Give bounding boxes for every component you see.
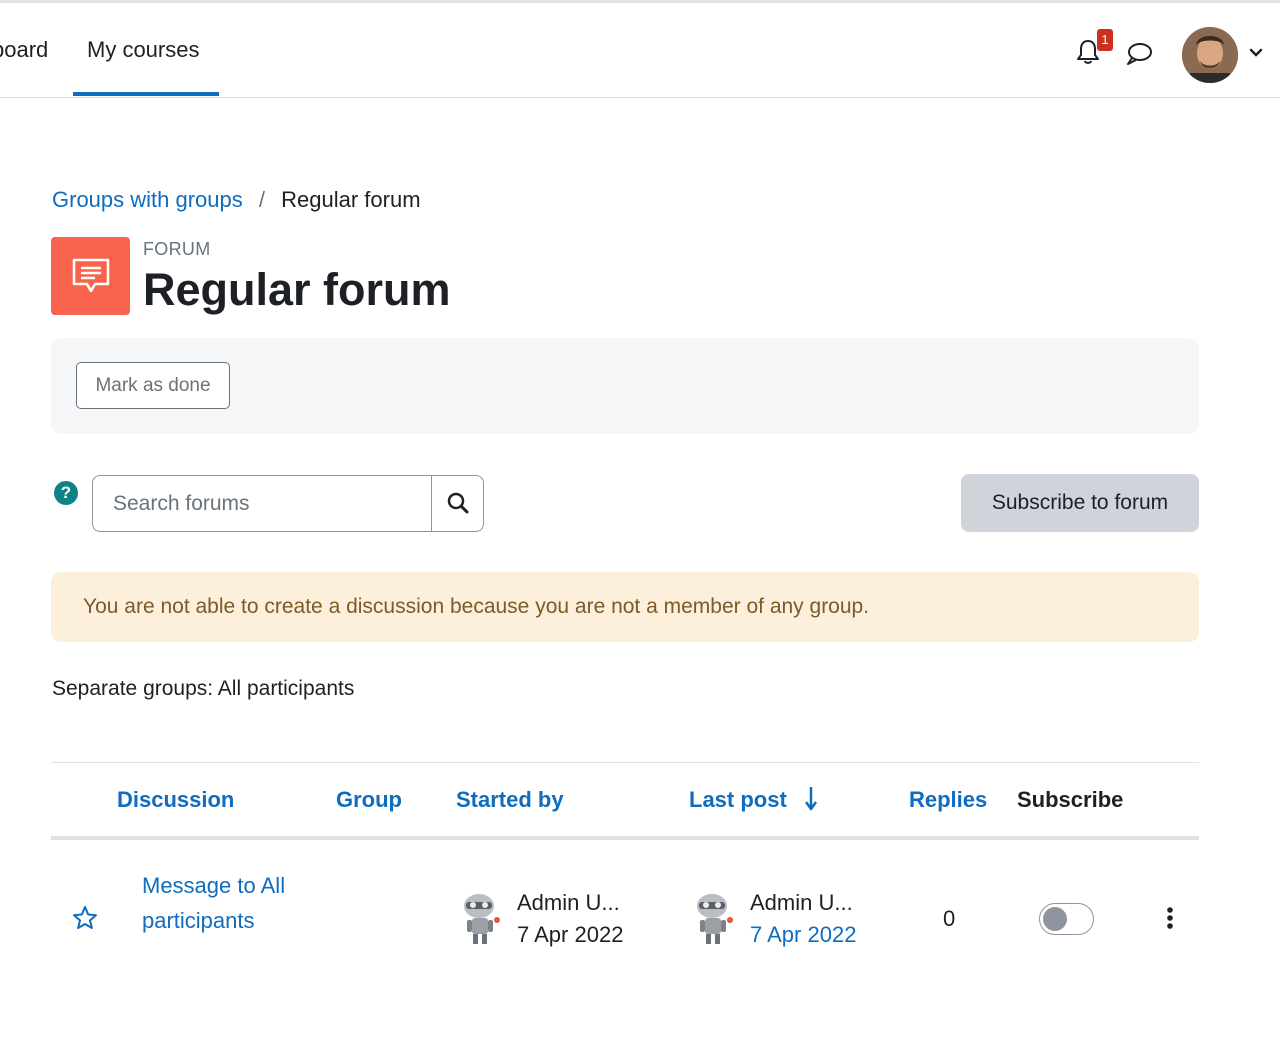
messages-icon[interactable]	[1124, 41, 1154, 67]
warning-alert: You are not able to create a discussion …	[51, 572, 1199, 642]
breadcrumb-link-course[interactable]: Groups with groups	[52, 187, 243, 212]
user-picture[interactable]	[457, 890, 507, 946]
column-header-subscribe: Subscribe	[1017, 787, 1124, 812]
user-picture[interactable]	[690, 890, 740, 946]
subscribe-to-forum-button[interactable]: Subscribe to forum	[961, 474, 1199, 532]
nav-dashboard[interactable]: board	[0, 37, 48, 63]
breadcrumb-separator: /	[258, 187, 266, 212]
search-icon	[447, 492, 469, 514]
sort-descending-icon[interactable]	[803, 785, 819, 813]
search-forums-input[interactable]	[92, 475, 432, 532]
mark-as-done-button[interactable]: Mark as done	[76, 362, 230, 409]
breadcrumb-current: Regular forum	[281, 187, 421, 212]
last-post-name[interactable]: Admin U...	[750, 890, 853, 916]
more-options-icon[interactable]	[1160, 903, 1180, 933]
help-icon[interactable]: ?	[54, 481, 78, 505]
active-nav-indicator	[73, 92, 219, 96]
top-navbar: board My courses 1	[0, 3, 1280, 98]
started-by-name[interactable]: Admin U...	[517, 890, 620, 916]
search-button[interactable]	[431, 475, 484, 532]
column-header-last-post[interactable]: Last post	[689, 787, 787, 813]
group-mode-text: Separate groups: All participants	[52, 677, 355, 700]
user-avatar[interactable]	[1182, 27, 1238, 83]
activity-type-label: FORUM	[143, 239, 211, 259]
table-header-divider	[51, 836, 1199, 840]
last-post-date-link[interactable]: 7 Apr 2022	[750, 922, 856, 948]
started-by-date: 7 Apr 2022	[517, 922, 624, 947]
replies-count: 0	[943, 906, 956, 931]
breadcrumb: Groups with groups / Regular forum	[52, 187, 421, 213]
subscribe-toggle[interactable]	[1039, 903, 1094, 935]
discussion-link[interactable]: Message to All participants	[142, 868, 292, 938]
column-header-started-by[interactable]: Started by	[456, 787, 564, 813]
nav-my-courses[interactable]: My courses	[87, 37, 199, 63]
column-header-replies[interactable]: Replies	[909, 787, 987, 813]
column-header-discussion[interactable]: Discussion	[117, 787, 234, 813]
toggle-knob	[1043, 907, 1067, 931]
notification-count-badge: 1	[1097, 29, 1113, 51]
column-header-group[interactable]: Group	[336, 787, 402, 813]
forum-icon	[51, 237, 130, 315]
table-top-divider	[51, 762, 1199, 763]
star-icon[interactable]	[72, 905, 98, 931]
page-title: Regular forum	[143, 264, 451, 315]
chevron-down-icon[interactable]	[1247, 45, 1265, 61]
